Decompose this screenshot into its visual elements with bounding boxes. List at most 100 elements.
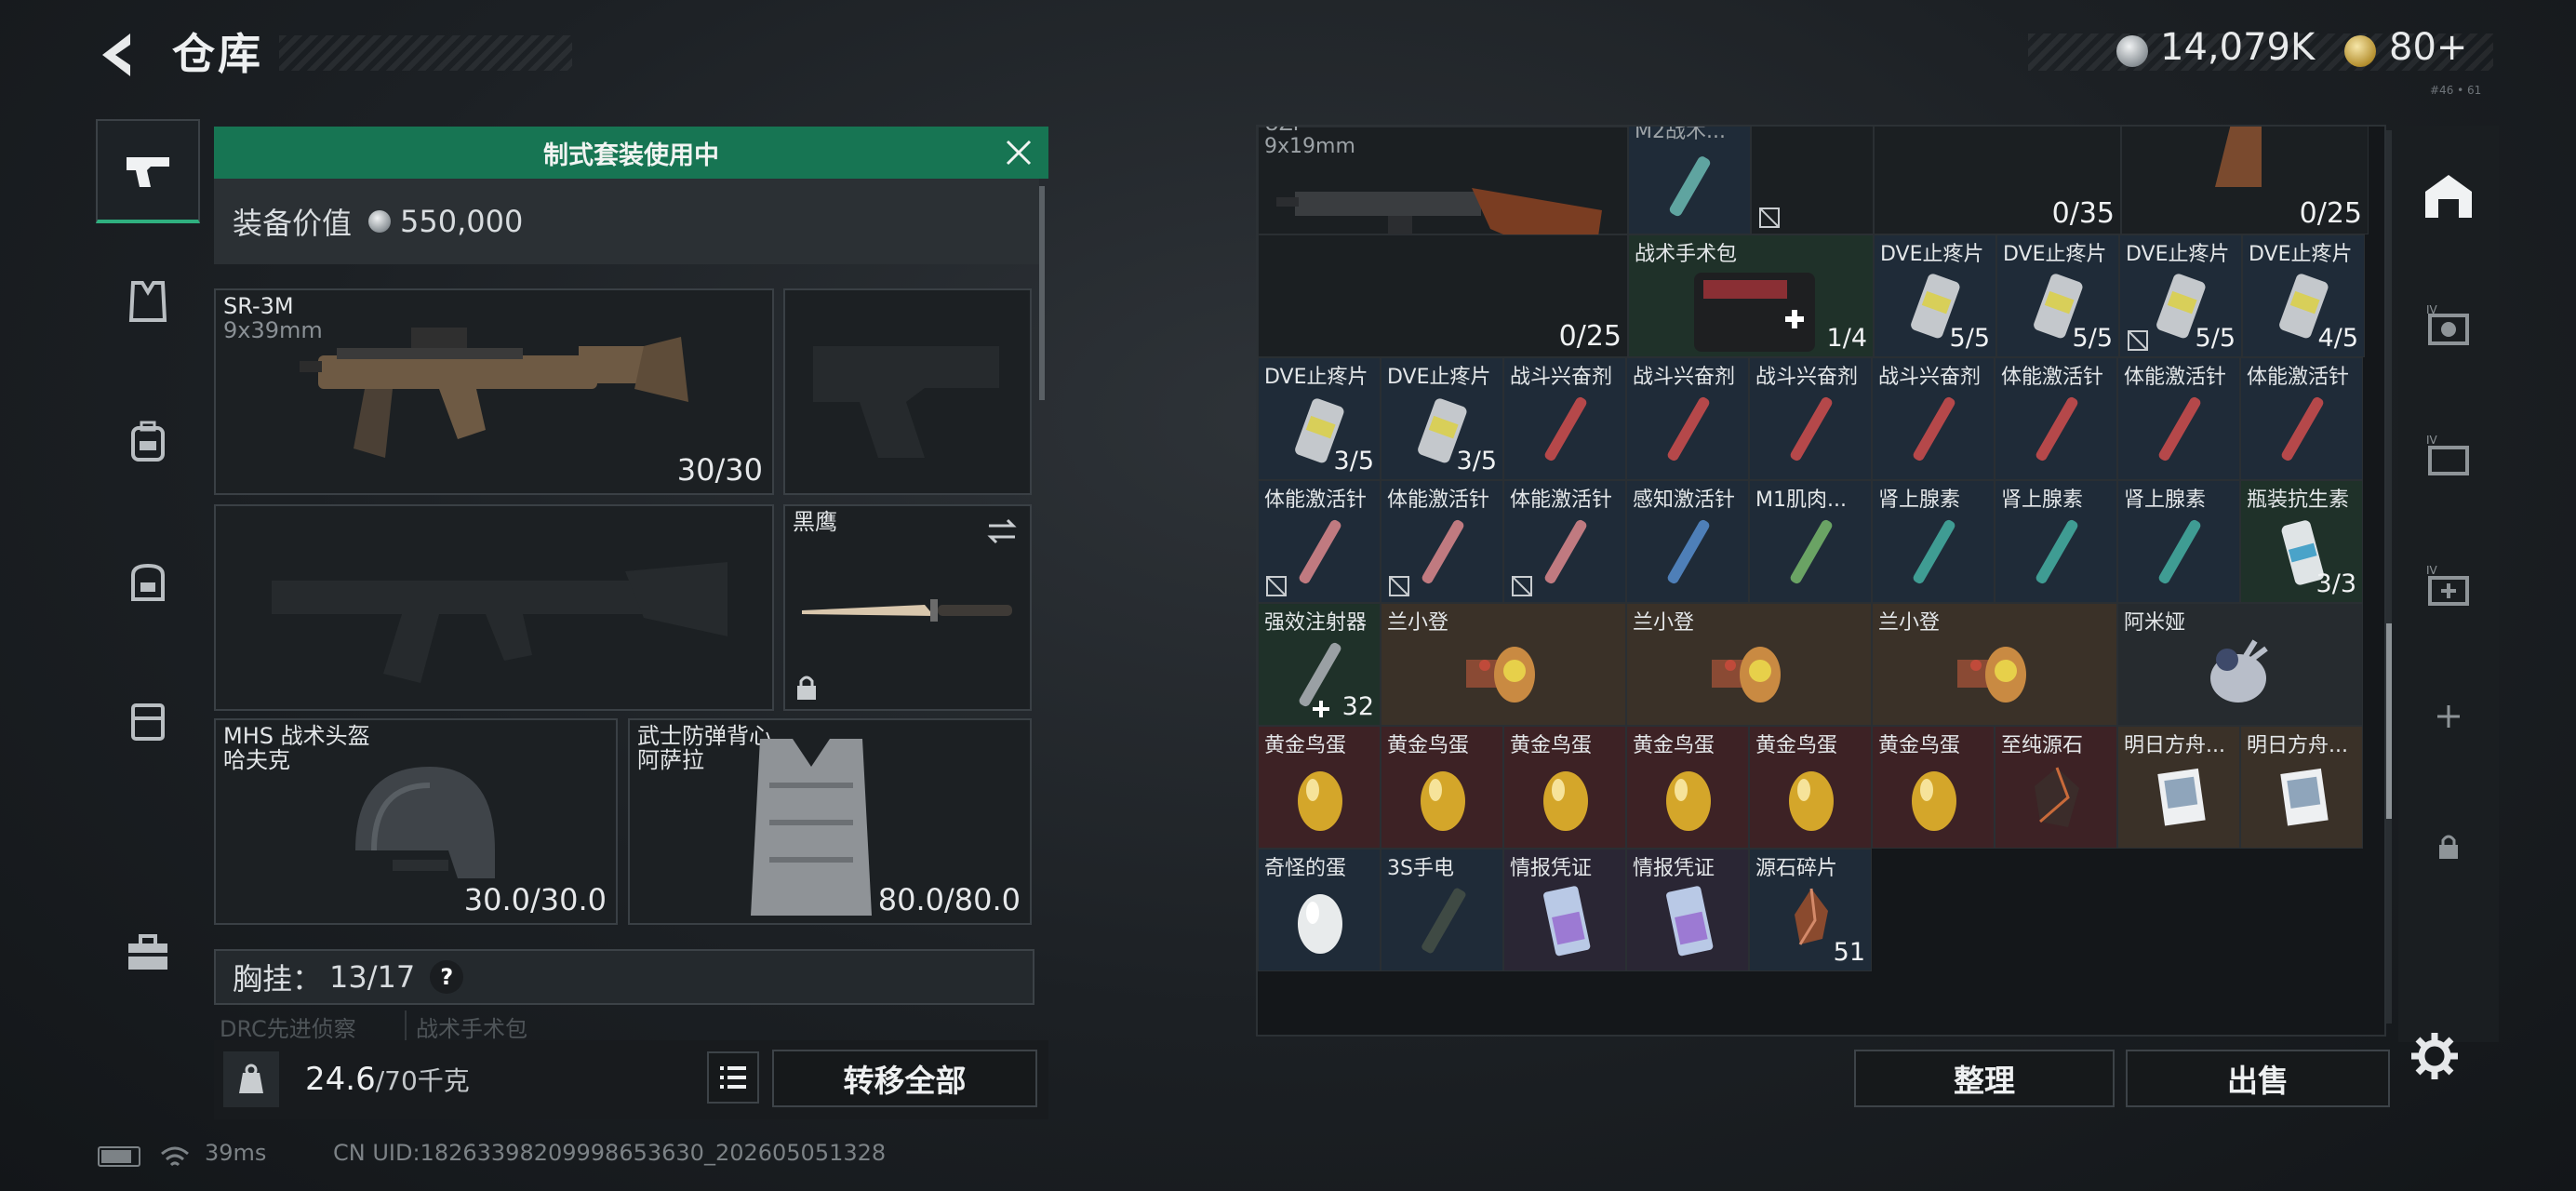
add-storage-button[interactable] [2398,665,2499,768]
item-name: 明日方舟... [2247,734,2348,757]
silver-currency-amount[interactable]: 14,079K [2160,26,2315,69]
item-name: 兰小登 [1387,611,1449,635]
grid-item[interactable]: DVE止疼片 5/5 [1874,234,1996,357]
melee-slot[interactable]: 黑鹰 [783,504,1032,711]
grid-cell[interactable] [1751,127,1874,234]
grid-item[interactable]: 战斗兴奋剂 [1872,357,1995,480]
grid-item[interactable]: 瓶装抗生素 3/3 [2240,480,2363,603]
nav-armor[interactable] [96,249,200,354]
grid-item[interactable]: 至纯源石 [1995,726,2117,849]
grid-item[interactable]: DVE止疼片 5/5 [2119,234,2242,357]
item-count: 4/5 [2317,324,2358,353]
grid-scrollbar-thumb[interactable] [2386,623,2392,819]
plus-icon [1313,701,1329,717]
storage-tab-4c[interactable]: IV [2398,535,2499,637]
swap-icon[interactable] [985,517,1019,545]
uzi-cell[interactable]: 0/25 [1258,234,1628,357]
syringe-icon [1669,156,1711,217]
close-icon[interactable] [1002,136,1035,169]
grid-item[interactable]: 肾上腺素 [2117,480,2240,603]
storage-tab-4a[interactable]: IV [2398,274,2499,377]
storage-home-tab[interactable] [2398,144,2499,247]
grid-item[interactable]: 体能激活针 [1995,357,2117,480]
help-icon[interactable]: ? [430,960,464,994]
grid-cell[interactable]: 0/35 [1874,127,2121,234]
m2-item[interactable]: M2战术... [1628,127,1751,234]
grid-item[interactable]: 情报凭证 [1626,849,1749,971]
sell-button[interactable]: 出售 [2126,1050,2390,1107]
settings-button[interactable] [2409,1031,2460,1081]
grid-item[interactable]: 明日方舟... [2240,726,2363,849]
sort-button[interactable]: 整理 [1854,1050,2115,1107]
grid-item[interactable]: 兰小登 [1381,603,1626,726]
warehouse-icon [2425,175,2472,218]
secondary-primary-slot[interactable] [214,504,774,711]
gold-currency-amount[interactable]: 80+ [2389,26,2467,69]
egg-icon [1421,771,1465,831]
helmet-slot[interactable]: MHS 战术头盔 哈夫克 30.0/30.0 [214,718,618,925]
medkit-icon: IV [2426,564,2469,606]
grid-item-surgical-kit[interactable]: 战术手术包 1/4 [1628,234,1874,357]
grid-item[interactable]: 战斗兴奋剂 [1749,357,1872,480]
syr-blue-icon [1667,519,1710,584]
svg-text:IV: IV [2426,303,2438,316]
unsearched-icon [1266,576,1287,596]
value-amount: 550,000 [400,204,524,239]
grid-item[interactable]: 战斗兴奋剂 [1626,357,1749,480]
grid-item[interactable]: 强效注射器 32 [1258,603,1381,726]
nav-toolbox[interactable] [96,901,200,1005]
grid-item[interactable]: 黄金鸟蛋 [1258,726,1381,849]
grid-item[interactable]: 体能激活针 [2240,357,2363,480]
stock-item[interactable]: 0/25 [2121,127,2369,234]
grid-item[interactable]: 体能激活针 [1503,480,1626,603]
grid-item[interactable]: 兰小登 [1626,603,1872,726]
grid-item[interactable]: 战斗兴奋剂 [1503,357,1626,480]
grid-item[interactable]: 阿米娅 [2117,603,2363,726]
grid-item[interactable]: 3S手电 [1381,849,1503,971]
grid-item[interactable]: 体能激活针 [1381,480,1503,603]
grid-item[interactable]: 感知激活针 [1626,480,1749,603]
left-scrollbar[interactable] [1039,186,1045,400]
grid-item[interactable]: 黄金鸟蛋 [1381,726,1503,849]
syr-red-icon [2281,396,2324,462]
grid-item[interactable]: 明日方舟... [2117,726,2240,849]
nav-weapons[interactable] [96,119,200,223]
grid-item[interactable]: DVE止疼片 3/5 [1258,357,1381,480]
list-view-button[interactable] [707,1051,759,1104]
grid-item[interactable]: DVE止疼片 5/5 [1996,234,2119,357]
grid-item[interactable]: 肾上腺素 [1995,480,2117,603]
grid-item[interactable]: 兰小登 [1872,603,2117,726]
stock-icon [2215,127,2262,187]
transfer-all-button[interactable]: 转移全部 [772,1050,1037,1107]
first-aid-kit-icon [1694,273,1815,352]
grid-item[interactable]: 黄金鸟蛋 [1626,726,1749,849]
grid-item[interactable]: 情报凭证 [1503,849,1626,971]
grid-item[interactable]: 黄金鸟蛋 [1503,726,1626,849]
grid-item[interactable]: 肾上腺素 [1872,480,1995,603]
grid-item[interactable]: 源石碎片 51 [1749,849,1872,971]
vest-icon [128,281,167,322]
vest-slot[interactable]: 武士防弹背心 阿萨拉 80.0/80.0 [628,718,1032,925]
grid-item[interactable]: DVE止疼片 4/5 [2242,234,2365,357]
syr-green-icon [1790,519,1833,584]
grid-item[interactable]: 黄金鸟蛋 [1872,726,1995,849]
grid-item[interactable]: 黄金鸟蛋 [1749,726,1872,849]
grid-item[interactable]: 体能激活针 [1258,480,1381,603]
version-label: #46 • 61 [2430,84,2482,97]
back-button[interactable] [93,28,147,82]
grid-item[interactable]: DVE止疼片 3/5 [1381,357,1503,480]
grid-item[interactable]: M1肌肉... [1749,480,1872,603]
primary-weapon-slot[interactable]: SR-3M 9x39mm 30/30 [214,288,774,495]
grid-item[interactable]: 体能激活针 [2117,357,2240,480]
nav-bag[interactable] [96,529,200,633]
nav-backpack[interactable] [96,389,200,493]
storage-tab-4b[interactable]: IV [2398,405,2499,507]
intel-icon [1666,886,1714,957]
secondary-weapon-slot[interactable] [783,288,1032,495]
chest-rig-row[interactable]: 胸挂： 13/17 ? [214,949,1034,1005]
syr-red-icon [1544,396,1587,462]
nav-case[interactable] [96,668,200,772]
grid-item[interactable]: 奇怪的蛋 [1258,849,1381,971]
syr-red-icon [2035,396,2078,462]
grid-scrollbar[interactable] [2386,130,2392,1024]
